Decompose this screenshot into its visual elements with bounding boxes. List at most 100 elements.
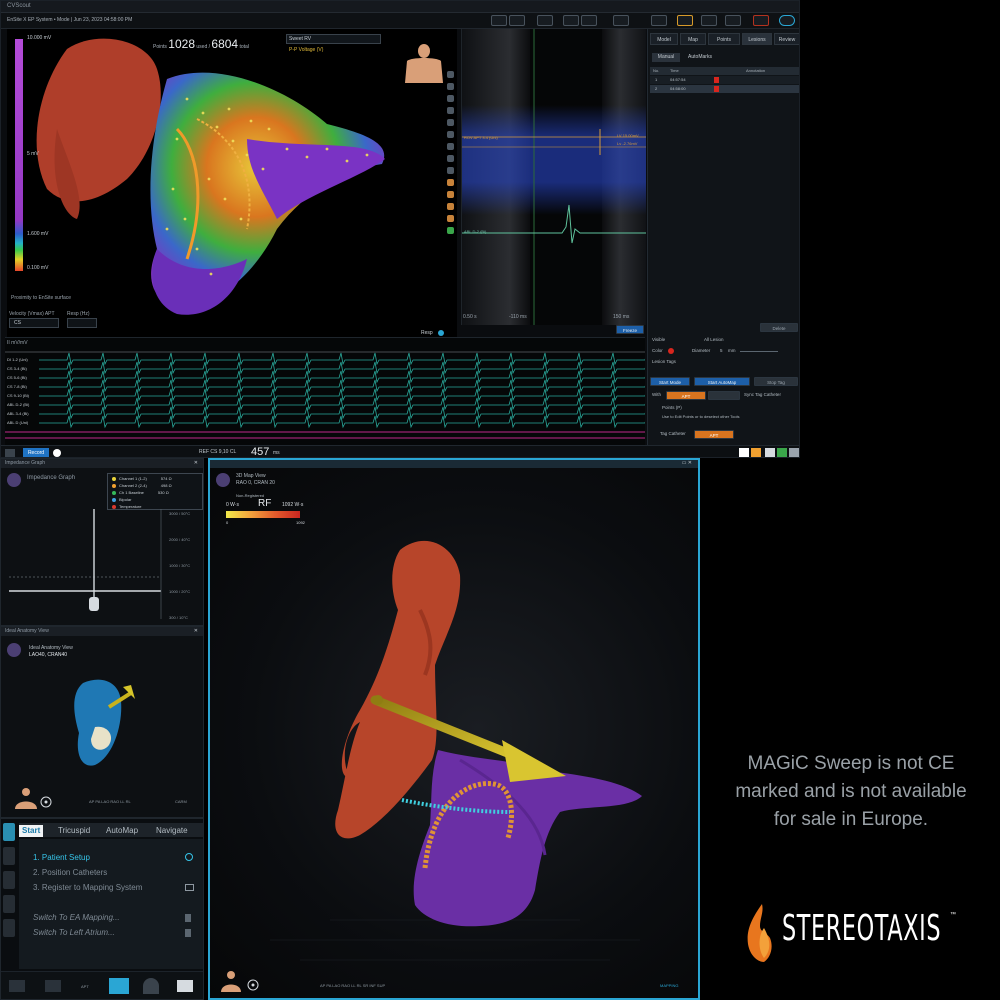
target-icon[interactable] — [246, 978, 260, 992]
tab-map[interactable]: Map — [680, 33, 706, 45]
record-indicator-icon[interactable] — [53, 449, 61, 457]
workflow-gear-icon[interactable] — [3, 847, 15, 865]
anatomy-tool-icon[interactable] — [447, 215, 454, 222]
gray-tool-icon[interactable] — [765, 448, 775, 457]
message-icon[interactable] — [701, 15, 717, 26]
body-orientation-icon[interactable] — [218, 970, 244, 992]
step-register-mapping[interactable]: 3. Register to Mapping System — [33, 883, 142, 892]
lesion-tags-checkbox[interactable]: Lesion Tags — [652, 359, 676, 364]
screen-icon[interactable] — [651, 15, 667, 26]
tab-points[interactable]: Points — [708, 33, 740, 45]
split-button[interactable] — [509, 15, 525, 26]
tab-tricuspid[interactable]: Tricuspid — [55, 825, 93, 837]
label-tool-icon[interactable] — [447, 131, 454, 138]
voltage-map-viewport[interactable] — [7, 29, 457, 341]
ruler-icon[interactable] — [45, 980, 61, 992]
point-tool-icon[interactable] — [447, 191, 454, 198]
3d-map-view[interactable]: ▭ ✕ 3D Map View RAO 0, CRAN 20 Non-Regis… — [208, 458, 700, 1000]
workflow-catheter-icon[interactable] — [3, 871, 15, 889]
torso-orientation-icon[interactable] — [401, 39, 447, 85]
sync-tag-checkbox[interactable]: Sync Tag Catheter — [744, 392, 781, 397]
zoom-tool-icon[interactable] — [447, 95, 454, 102]
orange-tool-icon[interactable] — [751, 448, 761, 457]
with-select[interactable]: APT — [666, 391, 706, 400]
step-position-catheters[interactable]: 2. Position Catheters — [33, 868, 107, 877]
sync-button[interactable] — [563, 15, 579, 26]
anatomy-view-presets[interactable]: AP PA LAO RAO LL RL — [89, 799, 131, 804]
delete-button[interactable]: Delete — [760, 323, 798, 332]
resp-indicator[interactable] — [438, 330, 444, 336]
power-icon[interactable] — [779, 15, 795, 26]
map-view-presets[interactable]: AP PA LAO RAO LL RL SR INF SUP — [320, 983, 385, 988]
diameter-value[interactable]: 5 — [720, 348, 723, 353]
ruler-tool-icon[interactable] — [447, 119, 454, 126]
select-tool-icon[interactable] — [447, 107, 454, 114]
record-button[interactable]: Record — [23, 448, 49, 457]
workflow-loop-icon[interactable] — [3, 895, 15, 913]
subtab-manual[interactable]: Manual — [652, 53, 680, 62]
map-select-value: Sweet RV — [289, 36, 312, 42]
alert-icon[interactable] — [753, 15, 769, 26]
color-swatch[interactable] — [668, 348, 674, 354]
workflow-sphere-icon[interactable] — [3, 919, 15, 937]
layer-tool-icon[interactable] — [447, 167, 454, 174]
tool-icon[interactable] — [725, 15, 741, 26]
workflow-active-icon[interactable] — [3, 823, 15, 841]
rotate-tool-icon[interactable] — [447, 71, 454, 78]
switch-ea-mapping-link[interactable]: Switch To EA Mapping... — [33, 913, 120, 922]
freeze-button[interactable]: Freeze — [616, 325, 644, 334]
settings-button[interactable] — [613, 15, 629, 26]
tab-review[interactable]: Review — [774, 33, 799, 45]
table-row[interactable]: 2 04:58:00 — [650, 85, 799, 93]
layout-button[interactable] — [491, 15, 507, 26]
ecg-strip-view[interactable]: II mV/mV DI 1-2 (Uni) CS 3-4 (Bi) CS 5-6 (… — [5, 337, 645, 445]
help-icon[interactable] — [185, 853, 193, 861]
velocity-select[interactable]: CS — [9, 318, 59, 328]
close-icon[interactable]: ✕ — [194, 628, 198, 634]
monitor-button[interactable] — [581, 15, 597, 26]
body-orientation-icon[interactable] — [11, 787, 41, 811]
film-icon[interactable] — [5, 449, 15, 457]
start-automap-button[interactable]: Start AutoMap — [694, 377, 750, 386]
green-tool-icon[interactable] — [777, 448, 787, 457]
table-row[interactable]: 1 04:57:54 — [650, 76, 799, 84]
carm-label[interactable]: CARM — [175, 799, 187, 804]
tag-tool-icon[interactable] — [447, 203, 454, 210]
white-tool-icon[interactable] — [739, 448, 749, 457]
start-mode-button[interactable]: Start Mode — [650, 377, 690, 386]
with-secondary-select[interactable] — [708, 391, 740, 400]
hand-icon[interactable] — [185, 914, 191, 922]
register-icon[interactable] — [185, 884, 194, 891]
resp-waveform-toggle[interactable] — [67, 318, 97, 328]
mapping-tool-icon[interactable] — [447, 227, 454, 234]
camera-button[interactable] — [537, 15, 553, 26]
joystick-icon[interactable] — [9, 980, 25, 992]
points-mode-select[interactable]: Points (P) — [662, 405, 682, 410]
catheter-select-icon[interactable] — [109, 978, 129, 994]
tag-catheter-select[interactable]: APT — [694, 430, 734, 439]
tab-navigate[interactable]: Navigate — [153, 825, 191, 837]
camera-icon[interactable] — [177, 980, 193, 992]
dome-icon[interactable] — [143, 978, 159, 994]
camera-tool-icon[interactable] — [447, 143, 454, 150]
visible-checkbox[interactable]: Visible — [652, 337, 665, 342]
zoomed-egm-view[interactable]: LV 15.00mV Lv -2.76mV — [461, 29, 646, 325]
stop-tag-button[interactable]: Stop Tag — [754, 377, 798, 386]
subtab-automarks[interactable]: AutoMarks — [682, 53, 718, 62]
tab-lesions[interactable]: Lesions — [742, 33, 772, 45]
voltage-color-scale[interactable] — [15, 39, 23, 271]
tab-model[interactable]: Model — [650, 33, 678, 45]
switch-left-atrium-link[interactable]: Switch To Left Atrium... — [33, 928, 115, 937]
target-icon[interactable] — [39, 795, 53, 809]
tab-start[interactable]: Start — [19, 825, 44, 837]
pan-tool-icon[interactable] — [447, 83, 454, 90]
catheter-icon[interactable] — [677, 15, 693, 26]
tab-automap[interactable]: AutoMap — [103, 825, 141, 837]
diameter-slider[interactable] — [740, 351, 778, 352]
lesion-tool-icon[interactable] — [447, 179, 454, 186]
step-patient-setup[interactable]: 1. Patient Setup — [33, 853, 90, 862]
hand-icon[interactable] — [185, 929, 191, 937]
gray2-tool-icon[interactable] — [789, 448, 799, 457]
view-tool-icon[interactable] — [447, 155, 454, 162]
all-lesion-checkbox[interactable]: All Lesion — [704, 337, 724, 342]
